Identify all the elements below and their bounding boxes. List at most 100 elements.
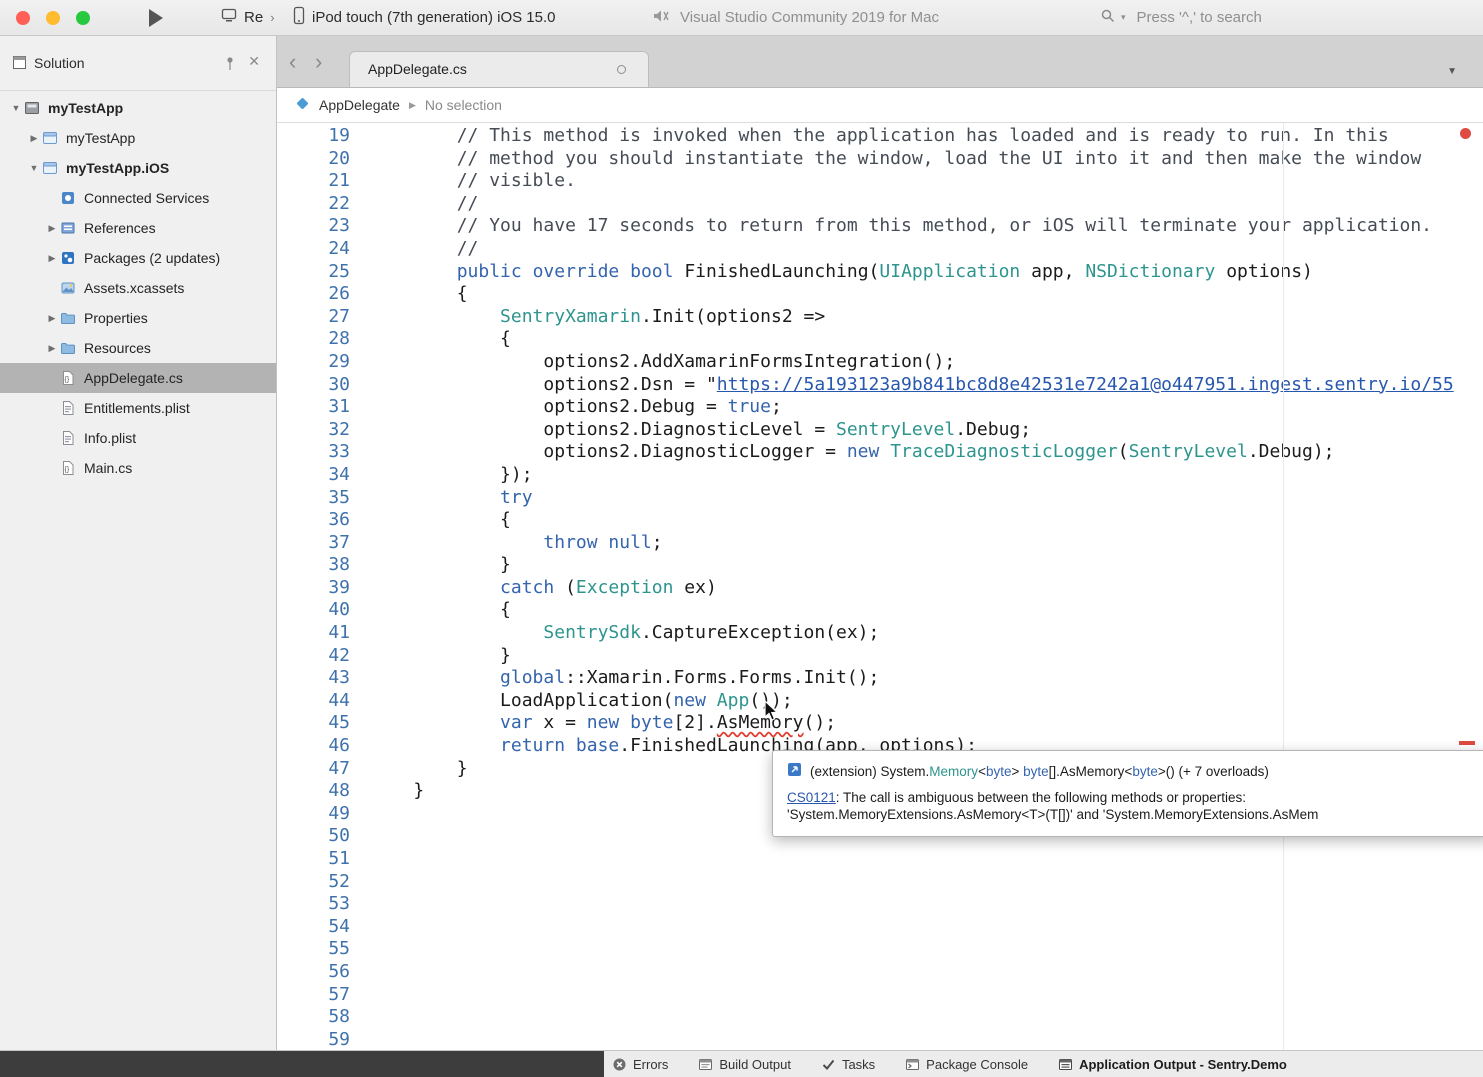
navigate-forward-icon[interactable]: › <box>315 48 322 76</box>
line-number[interactable]: 34 <box>277 464 350 487</box>
code-line[interactable]: 31 options2.Debug = true; <box>277 396 1483 419</box>
code-line[interactable]: 45 var x = new byte[2].AsMemory(); <box>277 712 1483 735</box>
line-number[interactable]: 55 <box>277 938 350 961</box>
scrollbar-error-mark[interactable] <box>1459 741 1475 745</box>
line-number[interactable]: 21 <box>277 170 350 193</box>
disclosure-triangle-icon[interactable]: ▼ <box>8 103 24 113</box>
line-number[interactable]: 25 <box>277 261 350 284</box>
sidebar-item-properties[interactable]: ▶Properties <box>0 303 276 333</box>
sidebar-item-appdelegate-cs[interactable]: {}AppDelegate.cs <box>0 363 276 393</box>
line-number[interactable]: 30 <box>277 374 350 397</box>
code-line[interactable]: 53 <box>277 893 1483 916</box>
line-number[interactable]: 53 <box>277 893 350 916</box>
pad-button-build-output[interactable]: Build Output <box>698 1057 791 1072</box>
code-line[interactable]: 56 <box>277 961 1483 984</box>
line-number[interactable]: 59 <box>277 1029 350 1050</box>
search-input[interactable]: ▾ Press '^,' to search <box>1100 0 1262 35</box>
code-line[interactable]: 24 // <box>277 238 1483 261</box>
line-number[interactable]: 56 <box>277 961 350 984</box>
code-line[interactable]: 52 <box>277 871 1483 894</box>
notification-muted-icon[interactable] <box>652 8 670 28</box>
line-number[interactable]: 36 <box>277 509 350 532</box>
line-number[interactable]: 29 <box>277 351 350 374</box>
disclosure-triangle-icon[interactable]: ▶ <box>44 313 60 324</box>
line-number[interactable]: 54 <box>277 916 350 939</box>
line-number[interactable]: 57 <box>277 984 350 1007</box>
sidebar-item-mytestapp[interactable]: ▶myTestApp <box>0 123 276 153</box>
code-line[interactable]: 54 <box>277 916 1483 939</box>
code-line[interactable]: 58 <box>277 1006 1483 1029</box>
line-number[interactable]: 52 <box>277 871 350 894</box>
disclosure-triangle-icon[interactable]: ▶ <box>44 223 60 234</box>
line-number[interactable]: 31 <box>277 396 350 419</box>
pad-button-errors[interactable]: Errors <box>612 1057 668 1072</box>
tab-list-dropdown-icon[interactable]: ▼ <box>1447 66 1457 77</box>
pin-icon[interactable] <box>224 56 236 76</box>
sidebar-item-connected-services[interactable]: Connected Services <box>0 183 276 213</box>
line-number[interactable]: 58 <box>277 1006 350 1029</box>
line-number[interactable]: 23 <box>277 215 350 238</box>
pad-button-package-console[interactable]: Package Console <box>905 1057 1028 1072</box>
device-selector[interactable]: iPod touch (7th generation) iOS 15.0 <box>293 0 556 35</box>
code-editor[interactable]: 19 // This method is invoked when the ap… <box>277 123 1483 1050</box>
line-number[interactable]: 28 <box>277 328 350 351</box>
code-line[interactable]: 38 } <box>277 554 1483 577</box>
code-line[interactable]: 41 SentrySdk.CaptureException(ex); <box>277 622 1483 645</box>
line-number[interactable]: 19 <box>277 125 350 148</box>
error-code-link[interactable]: CS0121 <box>787 790 836 805</box>
breadcrumb-member[interactable]: No selection <box>425 97 502 113</box>
disclosure-triangle-icon[interactable]: ▶ <box>44 253 60 264</box>
sidebar-item-packages-2-updates[interactable]: ▶Packages (2 updates) <box>0 243 276 273</box>
line-number[interactable]: 41 <box>277 622 350 645</box>
line-number[interactable]: 24 <box>277 238 350 261</box>
line-number[interactable]: 39 <box>277 577 350 600</box>
line-number[interactable]: 42 <box>277 645 350 668</box>
minimize-window-button[interactable] <box>46 11 60 25</box>
code-line[interactable]: 32 options2.DiagnosticLevel = SentryLeve… <box>277 419 1483 442</box>
disclosure-triangle-icon[interactable]: ▼ <box>26 163 42 173</box>
sidebar-item-resources[interactable]: ▶Resources <box>0 333 276 363</box>
code-line[interactable]: 39 catch (Exception ex) <box>277 577 1483 600</box>
scrollbar-error-indicator[interactable] <box>1460 128 1471 139</box>
code-line[interactable]: 27 SentryXamarin.Init(options2 => <box>277 306 1483 329</box>
line-number[interactable]: 43 <box>277 667 350 690</box>
code-line[interactable]: 30 options2.Dsn = "https://5a193123a9b84… <box>277 374 1483 397</box>
code-line[interactable]: 37 throw null; <box>277 532 1483 555</box>
navigate-back-icon[interactable]: ‹ <box>289 48 296 76</box>
code-line[interactable]: 55 <box>277 938 1483 961</box>
sidebar-item-assets-xcassets[interactable]: Assets.xcassets <box>0 273 276 303</box>
line-number[interactable]: 50 <box>277 825 350 848</box>
run-button[interactable] <box>147 8 165 28</box>
line-number[interactable]: 49 <box>277 803 350 826</box>
code-line[interactable]: 43 global::Xamarin.Forms.Forms.Init(); <box>277 667 1483 690</box>
pad-button-application-output-sentry-demo[interactable]: Application Output - Sentry.Demo <box>1058 1057 1287 1072</box>
line-number[interactable]: 35 <box>277 487 350 510</box>
code-line[interactable]: 44 LoadApplication(new App()); <box>277 690 1483 713</box>
line-number[interactable]: 22 <box>277 193 350 216</box>
code-line[interactable]: 21 // visible. <box>277 170 1483 193</box>
code-line[interactable]: 57 <box>277 984 1483 1007</box>
dsn-url-link[interactable]: https://5a193123a9b841bc8d8e42531e7242a1… <box>717 374 1454 395</box>
code-line[interactable]: 42 } <box>277 645 1483 668</box>
code-line[interactable]: 35 try <box>277 487 1483 510</box>
code-line[interactable]: 40 { <box>277 599 1483 622</box>
line-number[interactable]: 40 <box>277 599 350 622</box>
code-line[interactable]: 51 <box>277 848 1483 871</box>
line-number[interactable]: 44 <box>277 690 350 713</box>
disclosure-triangle-icon[interactable]: ▶ <box>44 343 60 354</box>
close-icon[interactable]: ✕ <box>248 53 260 70</box>
line-number[interactable]: 38 <box>277 554 350 577</box>
line-number[interactable]: 47 <box>277 758 350 781</box>
breadcrumb-type[interactable]: AppDelegate <box>319 97 400 113</box>
sidebar-item-mytestapp-ios[interactable]: ▼myTestApp.iOS <box>0 153 276 183</box>
line-number[interactable]: 48 <box>277 780 350 803</box>
code-line[interactable]: 22 // <box>277 193 1483 216</box>
code-line[interactable]: 19 // This method is invoked when the ap… <box>277 125 1483 148</box>
code-line[interactable]: 36 { <box>277 509 1483 532</box>
tab-modified-indicator-icon[interactable] <box>617 65 626 74</box>
code-line[interactable]: 28 { <box>277 328 1483 351</box>
tab-appdelegate[interactable]: AppDelegate.cs <box>349 51 649 87</box>
line-number[interactable]: 46 <box>277 735 350 758</box>
sidebar-item-entitlements-plist[interactable]: Entitlements.plist <box>0 393 276 423</box>
line-number[interactable]: 32 <box>277 419 350 442</box>
